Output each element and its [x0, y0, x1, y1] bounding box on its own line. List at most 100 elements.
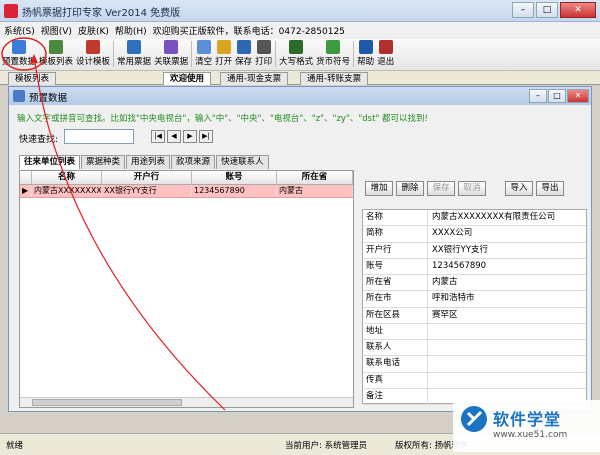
district-field[interactable]: 赛罕区	[428, 308, 586, 323]
form-row-fax: 传真	[363, 372, 586, 389]
toolbar-linked-tickets-button[interactable]: 关联票据	[154, 39, 188, 67]
table-row[interactable]: ▶ 内蒙古XXXXXXXX有限责任公司 XX银行YY支行 1234567890 …	[20, 185, 353, 198]
minimize-button[interactable]: –	[512, 2, 534, 18]
toolbar-uppercase-format-button[interactable]: 大写格式	[279, 39, 313, 67]
dialog-close-button[interactable]: ✕	[567, 89, 589, 103]
toolbar-save-button[interactable]: 保存	[235, 39, 252, 67]
phone-field[interactable]	[428, 356, 586, 371]
tab-welcome[interactable]: 欢迎使用	[163, 72, 212, 85]
add-button[interactable]: 增加	[365, 181, 393, 196]
import-button[interactable]: 导入	[505, 181, 533, 196]
delete-button[interactable]: 删除	[396, 181, 424, 196]
toolbar-help-button[interactable]: 帮助	[357, 39, 374, 67]
menu-view[interactable]: 视图(V)	[41, 24, 72, 37]
link-icon	[164, 40, 179, 54]
form-row-contact: 联系人	[363, 340, 586, 357]
menu-system[interactable]: 系统(S)	[4, 24, 35, 37]
tab-purposes[interactable]: 用途列表	[126, 155, 171, 169]
form-row-name: 名称 内蒙古XXXXXXXX有限责任公司	[363, 210, 586, 227]
grid-horizontal-scrollbar[interactable]	[20, 397, 353, 407]
column-name[interactable]: 名称	[32, 171, 102, 184]
nav-prev-button[interactable]: ◀	[167, 130, 181, 143]
toolbar-design-template-button[interactable]: 设计模板	[76, 39, 110, 67]
form-row-address: 地址	[363, 323, 586, 340]
quick-search-input[interactable]	[64, 129, 134, 144]
column-province[interactable]: 所在省	[277, 171, 353, 184]
name-field[interactable]: 内蒙古XXXXXXXX有限责任公司	[428, 210, 586, 225]
clear-icon	[196, 40, 211, 54]
toolbar-separator	[113, 41, 115, 67]
bank-field[interactable]: XX银行YY支行	[428, 243, 586, 258]
nav-first-button[interactable]: |◀	[151, 130, 165, 143]
toolbar-exit-button[interactable]: 退出	[377, 39, 394, 67]
grid-header: 名称 开户行 账号 所在省	[20, 171, 353, 185]
form-row-account: 账号 1234567890	[363, 258, 586, 275]
nav-next-button[interactable]: ▶	[183, 130, 197, 143]
tab-ticket-types[interactable]: 票据种类	[81, 155, 126, 169]
dialog-minimize-button[interactable]: –	[529, 89, 547, 103]
document-tab-row: 模板列表 欢迎使用 通用-现金支票 通用-转账支票	[0, 71, 600, 85]
address-field[interactable]	[428, 324, 586, 339]
ticket-icon	[127, 40, 142, 54]
dollar-icon	[289, 40, 304, 54]
tab-transfer-check[interactable]: 通用-转账支票	[300, 72, 369, 85]
toolbar-currency-symbol-button[interactable]: 货币符号	[316, 39, 350, 67]
contact-field[interactable]	[428, 340, 586, 355]
panel-template-list[interactable]: 模板列表	[8, 72, 57, 85]
menu-help[interactable]: 帮助(H)	[115, 24, 147, 37]
dialog-maximize-button[interactable]: □	[548, 89, 566, 103]
record-detail-form: 名称 内蒙古XXXXXXXX有限责任公司 简称 XXXX公司 开户行 XX银行YY支行…	[362, 209, 587, 405]
toolbar-separator	[275, 41, 277, 67]
column-bank[interactable]: 开户行	[102, 171, 192, 184]
menu-bar: 系统(S) 视图(V) 皮肤(K) 帮助(H) 欢迎购买正版软件，联系电话：04…	[0, 22, 600, 39]
fax-field[interactable]	[428, 373, 586, 388]
dialog-title: 预置数据	[29, 93, 68, 104]
toolbar-print-button[interactable]: 打印	[255, 39, 272, 67]
menu-skin[interactable]: 皮肤(K)	[78, 24, 109, 37]
short-name-field[interactable]: XXXX公司	[428, 226, 586, 241]
toolbar-common-tickets-button[interactable]: 常用票据	[117, 39, 151, 67]
currency-icon	[326, 40, 341, 54]
form-row-city: 所在市 呼和浩特市	[363, 291, 586, 308]
scrollbar-thumb[interactable]	[32, 399, 182, 406]
save-icon	[236, 40, 251, 54]
data-category-tabs: 往来单位列表 票据种类 用途列表 款项来源 快速联系人	[19, 155, 270, 169]
watermark-text: 软件学堂	[493, 410, 562, 429]
partner-units-grid: 名称 开户行 账号 所在省 ▶ 内蒙古XXXXXXXX有限责任公司 XX银行YY…	[19, 170, 354, 408]
cancel-button[interactable]: 取消	[458, 181, 486, 196]
row-indicator-icon: ▶	[20, 185, 32, 197]
toolbar-template-list-button[interactable]: 模板列表	[39, 39, 73, 67]
tab-fund-sources[interactable]: 款项来源	[171, 155, 216, 169]
export-button[interactable]: 导出	[536, 181, 564, 196]
province-field[interactable]: 内蒙古	[428, 275, 586, 290]
tab-partner-units[interactable]: 往来单位列表	[19, 155, 81, 169]
form-row-bank: 开户行 XX银行YY支行	[363, 242, 586, 259]
app-icon	[4, 4, 18, 18]
toolbar-open-button[interactable]: 打开	[215, 39, 232, 67]
maximize-button[interactable]: □	[536, 2, 558, 18]
nav-last-button[interactable]: ▶|	[199, 130, 213, 143]
tab-cash-check[interactable]: 通用-现金支票	[220, 72, 289, 85]
quick-search-label: 快速查找:	[19, 135, 59, 145]
search-hint-text: 输入文字或拼音可查找。比如找"中央电视台"，输入"中"、"中央"、"电视台"、"…	[17, 114, 428, 124]
toolbar-separator	[353, 41, 355, 67]
design-icon	[86, 40, 101, 54]
dialog-icon	[13, 90, 25, 102]
toolbar-separator	[191, 41, 193, 67]
save-record-button[interactable]: 保存	[427, 181, 455, 196]
toolbar-clear-button[interactable]: 清空	[195, 39, 212, 67]
tab-quick-contacts[interactable]: 快速联系人	[216, 155, 269, 169]
form-row-province: 所在省 内蒙古	[363, 275, 586, 292]
status-text: 就绪	[6, 441, 24, 451]
close-button[interactable]: ✕	[560, 2, 596, 18]
list-icon	[49, 40, 64, 54]
city-field[interactable]: 呼和浩特市	[428, 291, 586, 306]
folder-icon	[216, 40, 231, 54]
toolbar-preset-data-button[interactable]: 预置数据	[2, 39, 36, 67]
window-titlebar: 扬帆票据打印专家 Ver2014 免费版 – □ ✕	[0, 0, 600, 22]
account-field[interactable]: 1234567890	[428, 259, 586, 274]
form-row-short-name: 简称 XXXX公司	[363, 226, 586, 243]
dialog-titlebar: 预置数据 – □ ✕	[9, 87, 591, 105]
grid-icon	[12, 40, 26, 54]
column-account[interactable]: 账号	[192, 171, 277, 184]
